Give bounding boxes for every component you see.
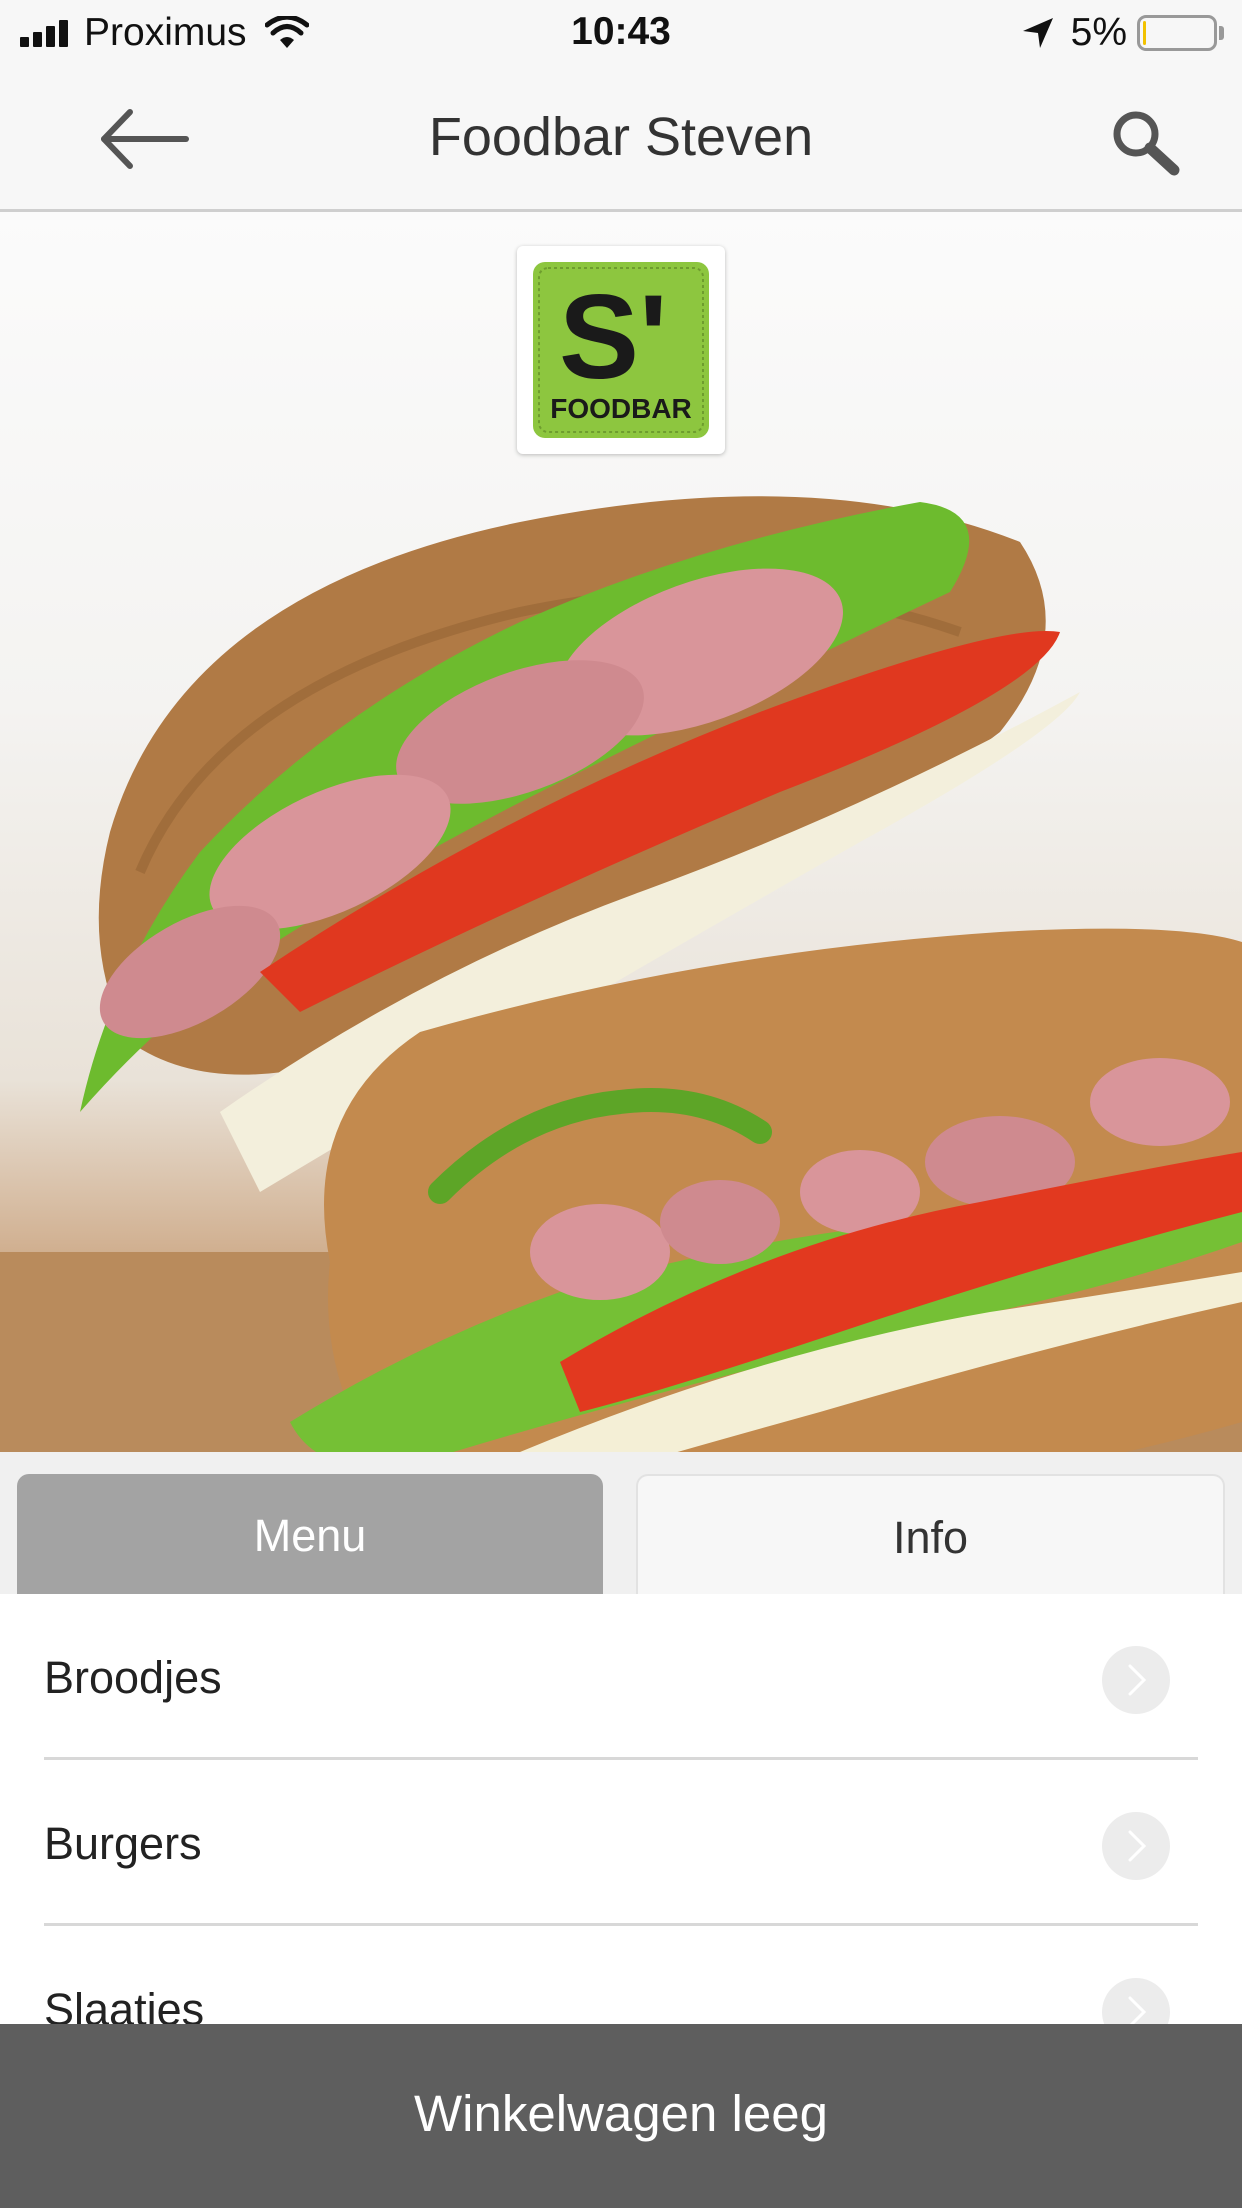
- battery-percent: 5%: [1070, 11, 1127, 54]
- list-item[interactable]: Slaatjes: [44, 1926, 1198, 2024]
- list-item[interactable]: Broodjes: [44, 1594, 1198, 1760]
- battery-icon: [1137, 15, 1217, 51]
- restaurant-logo: S' FOODBAR: [517, 246, 725, 454]
- tab-bar: Menu Info: [0, 1452, 1242, 1594]
- list-item-label: Broodjes: [44, 1652, 222, 1703]
- nav-bar: Foodbar Steven: [0, 66, 1242, 212]
- location-arrow-icon: [1022, 18, 1053, 48]
- list-item-label: Slaatjes: [44, 1984, 205, 2024]
- status-right: 5%: [1021, 10, 1224, 56]
- tab-menu[interactable]: Menu: [17, 1474, 603, 1594]
- logo-subtext: FOODBAR: [550, 393, 692, 424]
- menu-list: Broodjes Burgers Slaatjes: [0, 1594, 1242, 2024]
- cart-button[interactable]: Winkelwagen leeg: [0, 2024, 1242, 2208]
- tab-info[interactable]: Info: [636, 1474, 1225, 1594]
- search-icon[interactable]: [1108, 106, 1184, 176]
- chevron-right-icon: [1102, 1978, 1170, 2024]
- list-item-label: Burgers: [44, 1818, 202, 1869]
- chevron-right-icon: [1102, 1646, 1170, 1714]
- page-title: Foodbar Steven: [428, 107, 814, 167]
- logo-letter: S': [559, 270, 668, 404]
- status-bar: Proximus 10:43 5%: [0, 0, 1242, 66]
- hero-image: S' FOODBAR: [0, 212, 1242, 1452]
- battery-cap: [1219, 26, 1224, 40]
- chevron-right-icon: [1102, 1812, 1170, 1880]
- list-item[interactable]: Burgers: [44, 1760, 1198, 1926]
- cart-label: Winkelwagen leeg: [414, 2085, 828, 2142]
- battery-level-fill: [1143, 21, 1146, 45]
